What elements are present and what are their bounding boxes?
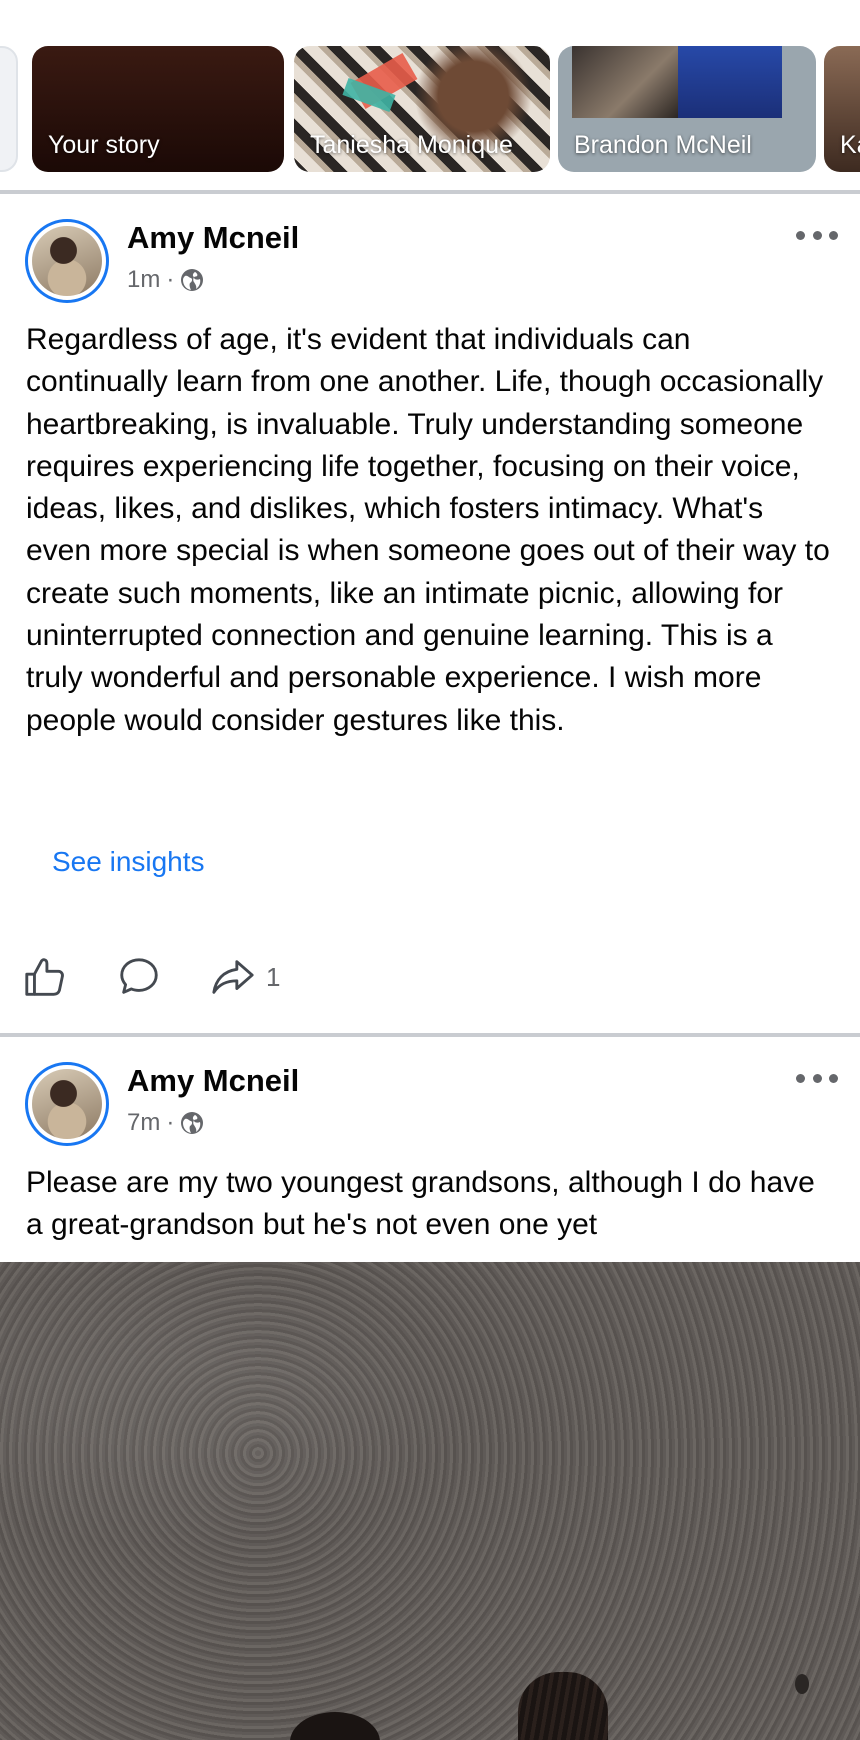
- share-button[interactable]: 1: [210, 954, 280, 1000]
- section-divider: [0, 190, 860, 194]
- photo-subject: [518, 1672, 608, 1740]
- avatar-image: [32, 226, 102, 296]
- post-text: Regardless of age, it's evident that ind…: [26, 323, 830, 737]
- more-options-icon[interactable]: [796, 229, 838, 241]
- share-icon: [212, 960, 254, 994]
- globe-icon: [181, 269, 204, 291]
- meta-separator: ·: [166, 1109, 175, 1136]
- post-time[interactable]: 7m: [127, 1109, 160, 1137]
- avatar[interactable]: [25, 219, 109, 303]
- post-meta: 7m ·: [127, 1109, 204, 1137]
- post-actions: 1: [22, 953, 328, 1001]
- post-meta: 1m ·: [127, 266, 204, 294]
- avatar[interactable]: [25, 1062, 109, 1146]
- post-author[interactable]: Amy Mcneil: [127, 1063, 299, 1099]
- wall-mark: [795, 1674, 809, 1694]
- story-label: Ka: [840, 131, 860, 159]
- share-count: 1: [266, 961, 281, 992]
- more-options-icon[interactable]: [796, 1072, 838, 1084]
- stories-strip: Your story Taniesha Monique Brandon McNe…: [0, 0, 860, 190]
- story-card-partial[interactable]: [0, 46, 18, 172]
- post-time[interactable]: 1m: [127, 266, 160, 294]
- story-card-your-story[interactable]: Your story: [32, 46, 284, 172]
- avatar-image: [32, 1069, 102, 1139]
- story-card-brandon[interactable]: Brandon McNeil: [558, 46, 816, 172]
- see-insights-link[interactable]: See insights: [52, 846, 205, 878]
- post-divider: [0, 1033, 860, 1037]
- story-label: Brandon McNeil: [574, 131, 752, 159]
- story-label: Your story: [48, 131, 160, 159]
- story-image: [678, 46, 782, 118]
- like-icon: [25, 958, 64, 996]
- like-button[interactable]: [22, 954, 68, 1000]
- story-image: [572, 46, 678, 118]
- post-photo[interactable]: [0, 1262, 860, 1740]
- meta-separator: ·: [166, 266, 175, 293]
- photo-subject: [290, 1712, 380, 1740]
- story-card-partial-right[interactable]: Ka: [824, 46, 860, 172]
- story-label: Taniesha Monique: [310, 131, 513, 159]
- story-card-taniesha[interactable]: Taniesha Monique: [294, 46, 550, 172]
- post-text: Please are my two youngest grandsons, al…: [26, 1166, 815, 1242]
- comment-icon: [120, 958, 158, 994]
- globe-icon: [181, 1112, 204, 1134]
- post-author[interactable]: Amy Mcneil: [127, 220, 299, 256]
- comment-button[interactable]: [116, 954, 162, 1000]
